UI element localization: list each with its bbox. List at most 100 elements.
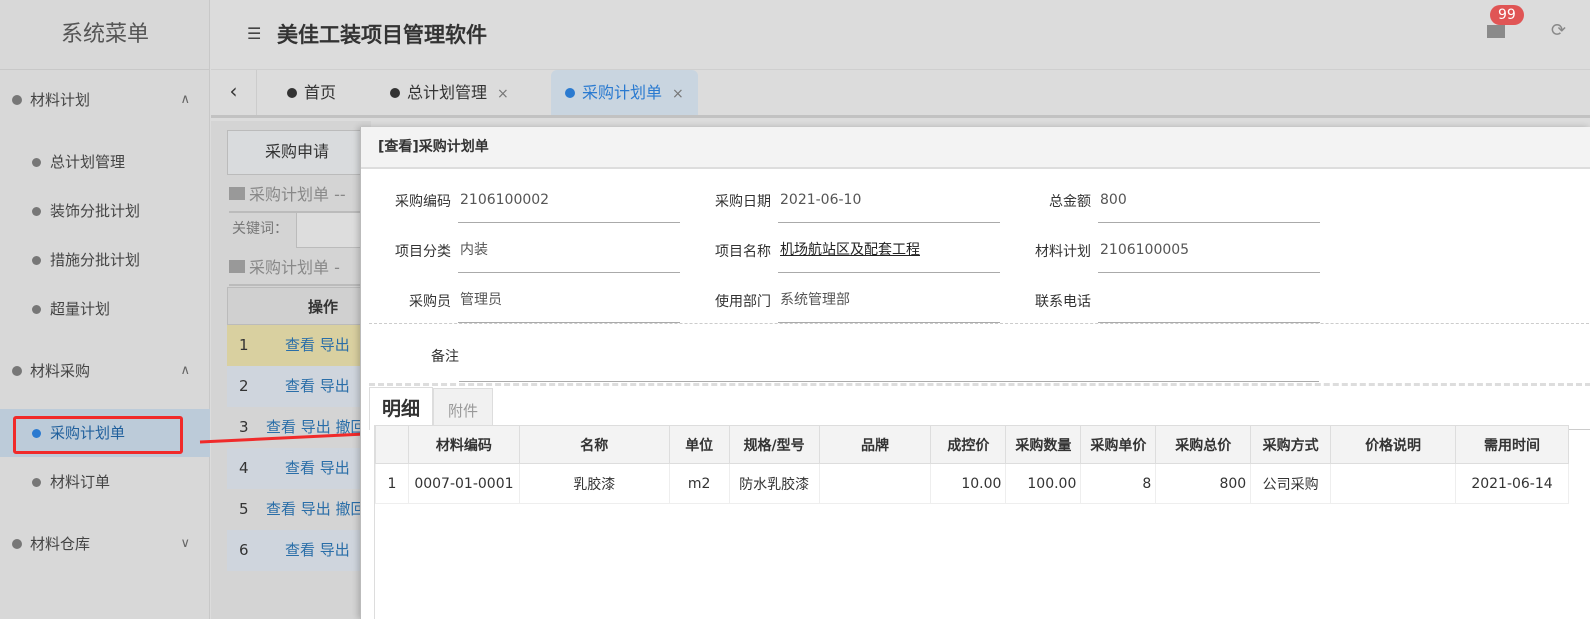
tab-label: 首页 bbox=[304, 83, 337, 102]
close-icon[interactable]: × bbox=[672, 86, 684, 102]
tab-home[interactable]: 首页 bbox=[287, 70, 336, 115]
table-header: 操作 bbox=[227, 287, 367, 325]
table-cell bbox=[818, 463, 932, 504]
table-cell: 8 bbox=[1080, 463, 1157, 504]
field-value[interactable]: 机场航站区及配套工程 bbox=[778, 237, 1000, 273]
remark-textarea[interactable] bbox=[459, 332, 1319, 382]
table-cell: m2 bbox=[668, 463, 730, 504]
column-header[interactable]: 需用时间 bbox=[1455, 425, 1569, 464]
column-header[interactable]: 采购总价 bbox=[1155, 425, 1252, 464]
divider bbox=[369, 383, 1590, 386]
top-bar: ☰ 美佳工装项目管理软件 99 ⟳ bbox=[211, 0, 1590, 70]
tab-detail[interactable]: 明细 bbox=[369, 387, 433, 430]
table-cell: 10.00 bbox=[930, 463, 1007, 504]
table-row: 5 查看 导出 撤回 bbox=[227, 489, 367, 530]
table-cell: 0007-01-0001 bbox=[407, 463, 520, 504]
sidebar-item-master-plan[interactable]: 总计划管理 bbox=[0, 142, 210, 182]
mail-badge: 99 bbox=[1490, 5, 1524, 25]
field-value: 2021-06-10 bbox=[778, 187, 1000, 223]
sidebar-item-overage[interactable]: 超量计划 bbox=[0, 289, 210, 329]
item-label: 装饰分批计划 bbox=[50, 202, 141, 220]
column-header[interactable]: 成控价 bbox=[930, 425, 1007, 464]
item-label: 超量计划 bbox=[50, 300, 111, 318]
field-value bbox=[1098, 287, 1320, 323]
group-label: 材料仓库 bbox=[30, 535, 91, 553]
chevron-down-icon: ∨ bbox=[180, 536, 190, 551]
item-label: 材料订单 bbox=[50, 473, 111, 491]
table-cell: 公司采购 bbox=[1250, 463, 1332, 504]
sidebar-item-measure-batch[interactable]: 措施分批计划 bbox=[0, 240, 210, 280]
field-label: 采购员 bbox=[409, 294, 451, 310]
table-cell: 1 bbox=[375, 463, 409, 504]
table-frame: 材料编码 名称 单位 规格/型号 品牌 成控价 采购数量 采购单价 采购总价 采购方式 价格说明 需用… bbox=[374, 425, 1569, 619]
tab-label: 采购计划单 bbox=[582, 83, 663, 102]
item-label: 措施分批计划 bbox=[50, 251, 141, 269]
item-label: 总计划管理 bbox=[50, 153, 126, 171]
sidebar: 系统菜单 材料计划 ∧ 总计划管理 装饰分批计划 措施分批计划 超量计划 材料采购… bbox=[0, 0, 210, 619]
table-row: 4 查看 导出 bbox=[227, 448, 367, 489]
tab-bar: ‹ 首页 总计划管理 × 采购计划单 × bbox=[211, 70, 1590, 118]
row-number: 2 bbox=[239, 377, 249, 395]
remark-label: 备注 bbox=[431, 349, 459, 365]
detail-table: 材料编码 名称 单位 规格/型号 品牌 成控价 采购数量 采购单价 采购总价 采购方式 价格说明 需用… bbox=[375, 425, 1569, 504]
column-header[interactable]: 采购数量 bbox=[1005, 425, 1082, 464]
table-row: 2 查看 导出 bbox=[227, 366, 367, 407]
sidebar-group-purchase[interactable]: 材料采购 ∧ bbox=[0, 351, 210, 391]
field-label: 材料计划 bbox=[1035, 244, 1091, 260]
sidebar-item-decor-batch[interactable]: 装饰分批计划 bbox=[0, 191, 210, 231]
field-label: 采购日期 bbox=[715, 194, 771, 210]
sidebar-group-warehouse[interactable]: 材料仓库 ∨ bbox=[0, 524, 210, 564]
field-value: 管理员 bbox=[458, 287, 680, 323]
sidebar-item-material-order[interactable]: 材料订单 bbox=[0, 462, 210, 502]
tab-attachment[interactable]: 附件 bbox=[433, 388, 493, 429]
chevron-up-icon: ∧ bbox=[180, 363, 190, 378]
field-value: 内装 bbox=[458, 237, 680, 273]
refresh-icon[interactable]: ⟳ bbox=[1551, 20, 1566, 41]
row-actions[interactable]: 查看 导出 bbox=[285, 448, 350, 489]
row-actions[interactable]: 查看 导出 bbox=[285, 366, 350, 407]
field-label: 项目名称 bbox=[715, 244, 771, 260]
tab-label: 总计划管理 bbox=[407, 83, 488, 102]
column-header[interactable]: 规格/型号 bbox=[728, 425, 820, 464]
list-icon[interactable]: ☰ bbox=[247, 24, 261, 43]
row-actions[interactable]: 查看 导出 撤回 bbox=[266, 489, 366, 530]
column-header[interactable]: 采购方式 bbox=[1250, 425, 1332, 464]
keyword-label: 关键词： bbox=[232, 221, 288, 237]
dialog-title: [查看]采购计划单 bbox=[361, 127, 1590, 169]
section-title-text: 采购计划单 -- bbox=[249, 185, 346, 204]
chevron-up-icon: ∧ bbox=[180, 92, 190, 107]
section-title: 采购计划单 - bbox=[229, 254, 369, 286]
tab-master-plan[interactable]: 总计划管理 × bbox=[390, 70, 509, 115]
field-value: 2106100002 bbox=[458, 187, 680, 223]
purchase-request-button[interactable]: 采购申请 bbox=[227, 130, 367, 175]
row-actions[interactable]: 查看 导出 bbox=[285, 530, 350, 571]
section-title-text: 采购计划单 - bbox=[249, 258, 340, 277]
column-header[interactable]: 采购单价 bbox=[1080, 425, 1157, 464]
field-label: 项目分类 bbox=[395, 244, 451, 260]
field-label: 联系电话 bbox=[1035, 294, 1091, 310]
field-value: 系统管理部 bbox=[778, 287, 1000, 323]
column-header[interactable] bbox=[375, 425, 409, 464]
col-action: 操作 bbox=[308, 298, 339, 316]
sidebar-group-material-plan[interactable]: 材料计划 ∧ bbox=[0, 80, 210, 120]
table-cell: 防水乳胶漆 bbox=[728, 463, 820, 504]
table-cell: 100.00 bbox=[1005, 463, 1082, 504]
column-header[interactable]: 品牌 bbox=[818, 425, 932, 464]
column-header[interactable]: 单位 bbox=[668, 425, 730, 464]
row-number: 4 bbox=[239, 459, 249, 477]
column-header[interactable]: 名称 bbox=[518, 425, 670, 464]
table-row[interactable]: 1 0007-01-0001 乳胶漆 m2 防水乳胶漆 10.00 100.00 8 800 公司… bbox=[375, 463, 1569, 504]
column-header[interactable]: 材料编码 bbox=[407, 425, 520, 464]
tab-purchase-plan[interactable]: 采购计划单 × bbox=[551, 70, 698, 115]
row-actions[interactable]: 查看 导出 bbox=[285, 325, 350, 366]
chevron-left-icon[interactable]: ‹ bbox=[211, 70, 257, 115]
field-value: 800 bbox=[1098, 187, 1320, 223]
app-title: 美佳工装项目管理软件 bbox=[277, 23, 487, 47]
close-icon[interactable]: × bbox=[497, 86, 509, 102]
row-number: 6 bbox=[239, 541, 249, 559]
mail-icon[interactable] bbox=[1487, 25, 1505, 38]
field-label: 总金额 bbox=[1049, 194, 1091, 210]
sidebar-title: 系统菜单 bbox=[0, 0, 210, 70]
column-header[interactable]: 价格说明 bbox=[1330, 425, 1456, 464]
section-title: 采购计划单 -- bbox=[229, 181, 369, 213]
